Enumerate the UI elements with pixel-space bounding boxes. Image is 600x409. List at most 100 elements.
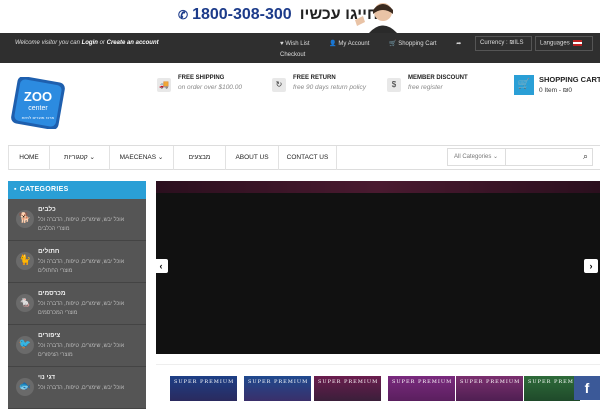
slider-top-band (156, 181, 600, 193)
category-fish[interactable]: 🐟 דגי נוי אוכל יבש, שימורים, טיפוח, הדבר… (8, 368, 146, 409)
cart-icon: 🛒 (514, 75, 534, 95)
nav-maecenas-label: MAECENAS (119, 154, 157, 161)
truck-icon: 🚚 (157, 78, 171, 92)
feature-subtitle: on order over $100.00 (178, 84, 242, 91)
feature-member-discount: $ MEMBER DISCOUNT free register (387, 75, 497, 95)
product-strip: SUPER PREMIUM SUPER PREMIUM SUPER PREMIU… (156, 364, 600, 401)
language-select[interactable]: Languages (535, 36, 593, 51)
product-label: SUPER PREMIUM (248, 379, 309, 385)
search-category-label: All Categories (454, 154, 492, 160)
product-label: SUPER PREMIUM (460, 379, 521, 385)
chevron-down-icon: ⌄ (157, 154, 164, 161)
top-banner[interactable]: ✆ 1800-308-300 חייגו עכשיו (0, 0, 600, 33)
product-card[interactable]: SUPER PREMIUM (524, 376, 587, 401)
category-desc: אוכל יבש, שימורים, טיפוח, הדברה וכל מוצר… (38, 217, 125, 232)
category-name: חתולים (38, 248, 60, 255)
slider-prev-button[interactable]: ‹ (154, 259, 168, 273)
category-name: מכרסמים (38, 290, 66, 297)
zoo-center-logo[interactable]: ZOO center מרכז מוצרים לחיות (8, 77, 68, 129)
site-header: ZOO center מרכז מוצרים לחיות 🚚 FREE SHIP… (0, 63, 600, 145)
categories-title-text: CATEGORIES (19, 186, 69, 193)
product-card[interactable]: SUPER PREMIUM (314, 376, 381, 401)
category-desc: אוכל יבש, שימורים, טיפוח, הדברה וכל (38, 385, 125, 391)
facebook-icon[interactable]: f (574, 376, 600, 400)
currency-label: Currency : ₪ILS (480, 40, 524, 46)
svg-text:מרכז מוצרים לחיות: מרכז מוצרים לחיות (22, 115, 55, 120)
category-dogs[interactable]: 🐕 כלבים אוכל יבש, שימורים, טיפוח, הדברה … (8, 200, 146, 241)
my-account-label: My Account (338, 41, 370, 47)
or-text: or (99, 40, 105, 46)
product-label: SUPER PREMIUM (174, 379, 235, 385)
money-icon: $ (387, 78, 401, 92)
welcome-text: Welcome visitor you can (15, 40, 80, 46)
menu-icon: ▪ (14, 186, 17, 193)
bird-icon: 🐦 (16, 336, 34, 354)
category-name: דגי נוי (38, 374, 56, 381)
cart-value: 0 Item - ₪0 (539, 87, 572, 94)
nav-categories[interactable]: קטגוריות ⌄ (50, 146, 110, 170)
product-card[interactable]: SUPER PREMIUM (244, 376, 311, 401)
product-card[interactable]: SUPER PREMIUM (170, 376, 237, 401)
cart-title: SHOPPING CART (539, 75, 600, 84)
rodent-icon: 🐁 (16, 294, 34, 312)
nav-about-us[interactable]: ABOUT US (226, 146, 279, 170)
nav-maecenas[interactable]: MAECENAS ⌄ (110, 146, 174, 170)
phone-number: 1800-308-300 (192, 6, 292, 23)
create-account-link[interactable]: Create an account (107, 40, 159, 46)
share-icon: ➦ (456, 41, 462, 47)
top-bar: Welcome visitor you can Login or Create … (0, 33, 600, 63)
nav-home[interactable]: HOME (8, 146, 50, 170)
my-account-link[interactable]: 👤 My Account (329, 39, 378, 50)
nav-categories-label: קטגוריות (64, 154, 88, 161)
nav-contact-us[interactable]: CONTACT US (279, 146, 337, 170)
fish-icon: 🐟 (16, 378, 34, 396)
currency-select[interactable]: Currency : ₪ILS (475, 36, 532, 51)
product-card[interactable]: SUPER PREMIUM (388, 376, 455, 401)
account-links: ♥ Wish List 👤 My Account 🛒 Shopping Cart… (280, 39, 480, 61)
us-flag-icon (573, 40, 583, 46)
language-label: Languages (540, 40, 570, 47)
shopping-cart-label: Shopping Cart (398, 41, 437, 47)
chevron-down-icon: ⌄ (493, 154, 499, 160)
cat-icon: 🐈 (16, 252, 34, 270)
search-bar: All Categories ⌄ ⌕ (447, 148, 593, 166)
category-desc: אוכל יבש, שימורים, טיפוח, הדברה וכל מוצר… (38, 343, 125, 358)
categories-sidebar: ▪ CATEGORIES 🐕 כלבים אוכל יבש, שימורים, ט… (8, 181, 146, 409)
svg-text:center: center (28, 105, 48, 112)
feature-subtitle: free 90 days return policy (293, 84, 366, 91)
feature-free-return: ↻ FREE RETURN free 90 days return policy (272, 75, 382, 95)
category-rodents[interactable]: 🐁 מכרסמים אוכל יבש, שימורים, טיפוח, הדבר… (8, 284, 146, 325)
product-label: SUPER PREMIUM (392, 379, 453, 385)
dog-icon: 🐕 (16, 210, 34, 228)
search-category-select[interactable]: All Categories ⌄ (448, 149, 506, 165)
wishlist-link[interactable]: ♥ Wish List (280, 39, 319, 50)
welcome-message: Welcome visitor you can Login or Create … (15, 40, 159, 46)
header-cart[interactable]: 🛒 SHOPPING CART 0 Item - ₪0 (514, 75, 600, 97)
shopping-cart-link[interactable]: 🛒 Shopping Cart (389, 39, 446, 50)
search-input[interactable] (507, 149, 579, 165)
checkout-link[interactable]: Checkout (280, 50, 305, 61)
category-desc: אוכל יבש, שימורים, טיפוח, הדברה וכל מוצר… (38, 259, 125, 274)
product-card[interactable]: SUPER PREMIUM (456, 376, 523, 401)
nav-sales[interactable]: מבצעים (174, 146, 226, 170)
chevron-down-icon: ⌄ (89, 154, 95, 161)
category-cats[interactable]: 🐈 חתולים אוכל יבש, שימורים, טיפוח, הדברה… (8, 242, 146, 283)
product-label: SUPER PREMIUM (318, 379, 379, 385)
categories-title: ▪ CATEGORIES (8, 181, 146, 199)
feature-title: MEMBER DISCOUNT (408, 75, 468, 81)
category-name: ציפורים (38, 332, 61, 339)
svg-text:ZOO: ZOO (24, 89, 52, 104)
category-desc: אוכל יבש, שימורים, טיפוח, הדברה וכל מוצר… (38, 301, 125, 316)
feature-subtitle: free register (408, 84, 443, 91)
category-birds[interactable]: 🐦 ציפורים אוכל יבש, שימורים, טיפוח, הדבר… (8, 326, 146, 367)
login-link[interactable]: Login (82, 40, 98, 46)
search-icon[interactable]: ⌕ (583, 151, 588, 162)
slider-next-button[interactable]: › (584, 259, 598, 273)
return-icon: ↻ (272, 78, 286, 92)
feature-title: FREE SHIPPING (178, 75, 225, 81)
feature-title: FREE RETURN (293, 75, 336, 81)
category-name: כלבים (38, 206, 56, 213)
hero-slider[interactable]: ‹ › (154, 181, 600, 354)
phone-icon: ✆ (178, 8, 189, 22)
wishlist-label: Wish List (285, 41, 310, 47)
